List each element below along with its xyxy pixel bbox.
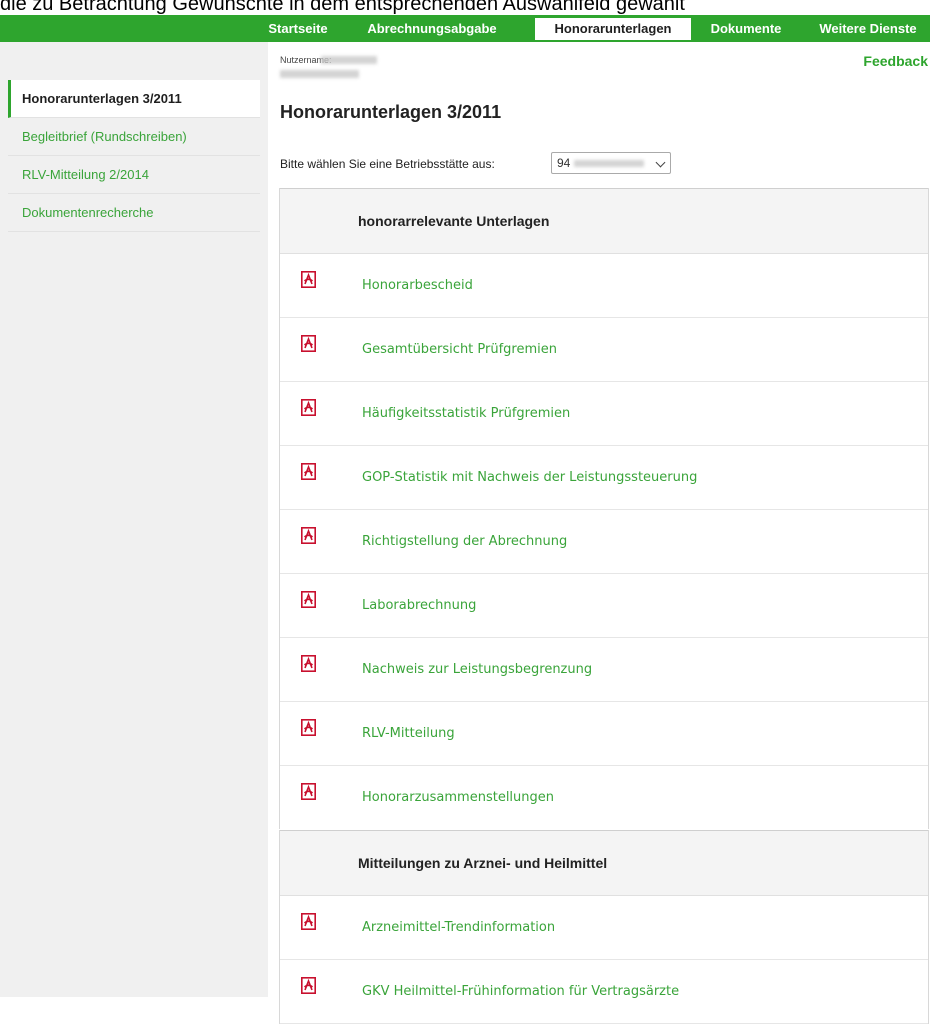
pdf-icon	[301, 335, 316, 352]
feedback-link[interactable]: Feedback	[863, 53, 928, 69]
document-row[interactable]: RLV-Mitteilung	[280, 702, 928, 766]
document-row[interactable]: GOP-Statistik mit Nachweis der Leistungs…	[280, 446, 928, 510]
page-title: Honorarunterlagen 3/2011	[280, 102, 502, 122]
document-link[interactable]: Honorarbescheid	[362, 254, 473, 317]
sidebar-item-begleitbrief[interactable]: Begleitbrief (Rundschreiben)	[8, 118, 260, 156]
redacted-user-info	[280, 70, 359, 78]
document-link[interactable]: Häufigkeitsstatistik Prüfgremien	[362, 382, 570, 445]
section-mitteilungen-arznei-heilmittel: Mitteilungen zu Arznei- und Heilmittel A…	[279, 830, 929, 1024]
document-row[interactable]: Honorarbescheid	[280, 254, 928, 318]
section-header: honorarrelevante Unterlagen	[280, 188, 928, 254]
pdf-icon	[301, 591, 316, 608]
pdf-icon	[301, 719, 316, 736]
pdf-icon	[301, 399, 316, 416]
pdf-icon	[301, 271, 316, 288]
document-link[interactable]: Nachweis zur Leistungsbegrenzung	[362, 638, 592, 701]
nav-weitere-dienste[interactable]: Weitere Dienste	[806, 15, 930, 42]
select-value: 94	[557, 156, 571, 170]
top-navigation: Startseite Abrechnungsabgabe Honorarunte…	[0, 15, 930, 42]
document-link[interactable]: Honorarzusammenstellungen	[362, 766, 554, 829]
sidebar-item-rlv-mitteilung[interactable]: RLV-Mitteilung 2/2014	[8, 156, 260, 194]
document-row[interactable]: Gesamtübersicht Prüfgremien	[280, 318, 928, 382]
document-link[interactable]: Gesamtübersicht Prüfgremien	[362, 318, 557, 381]
sidebar-item-dokumentenrecherche[interactable]: Dokumentenrecherche	[8, 194, 260, 232]
nav-startseite[interactable]: Startseite	[267, 15, 329, 42]
document-row[interactable]: Honorarzusammenstellungen	[280, 766, 928, 829]
pdf-icon	[301, 655, 316, 672]
betriebsstaette-select-row: Bitte wählen Sie eine Betriebsstätte aus…	[280, 152, 671, 176]
sidebar-item-honorarunterlagen[interactable]: Honorarunterlagen 3/2011	[8, 80, 260, 118]
document-link[interactable]: RLV-Mitteilung	[362, 702, 455, 765]
sidebar: Honorarunterlagen 3/2011 Begleitbrief (R…	[0, 42, 268, 997]
pdf-icon	[301, 463, 316, 480]
document-row[interactable]: Arzneimittel-Trendinformation	[280, 896, 928, 960]
redacted-select-value	[574, 160, 644, 167]
document-row[interactable]: Richtigstellung der Abrechnung	[280, 510, 928, 574]
document-row[interactable]: GKV Heilmittel-Frühinformation für Vertr…	[280, 960, 928, 1024]
section-header: Mitteilungen zu Arznei- und Heilmittel	[280, 830, 928, 896]
pdf-icon	[301, 913, 316, 930]
nav-honorarunterlagen[interactable]: Honorarunterlagen	[535, 18, 691, 40]
document-row[interactable]: Häufigkeitsstatistik Prüfgremien	[280, 382, 928, 446]
redacted-username	[321, 56, 377, 64]
document-link[interactable]: GKV Heilmittel-Frühinformation für Vertr…	[362, 960, 679, 1023]
pdf-icon	[301, 977, 316, 994]
chevron-down-icon	[655, 157, 666, 168]
nav-dokumente[interactable]: Dokumente	[697, 15, 795, 42]
pdf-icon	[301, 527, 316, 544]
document-link[interactable]: Arzneimittel-Trendinformation	[362, 896, 555, 959]
betriebsstaette-select[interactable]: 94	[551, 152, 671, 174]
document-link[interactable]: GOP-Statistik mit Nachweis der Leistungs…	[362, 446, 697, 509]
document-link[interactable]: Richtigstellung der Abrechnung	[362, 510, 567, 573]
pdf-icon	[301, 783, 316, 800]
document-link[interactable]: Laborabrechnung	[362, 574, 476, 637]
document-row[interactable]: Laborabrechnung	[280, 574, 928, 638]
document-row[interactable]: Nachweis zur Leistungsbegrenzung	[280, 638, 928, 702]
nav-abrechnungsabgabe[interactable]: Abrechnungsabgabe	[333, 15, 531, 42]
select-label: Bitte wählen Sie eine Betriebsstätte aus…	[280, 157, 495, 171]
section-honorarrelevante-unterlagen: honorarrelevante Unterlagen Honorarbesch…	[279, 188, 929, 829]
